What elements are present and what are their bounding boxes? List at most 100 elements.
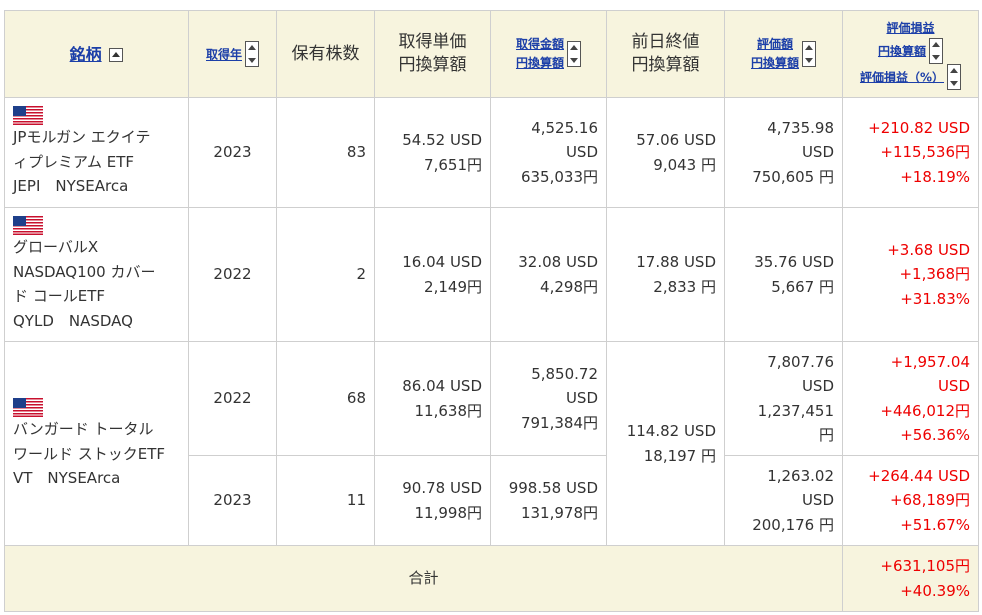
valuation-jpy-unit: 円 (818, 426, 834, 444)
valuation-usd: 7,807.76 (767, 352, 834, 371)
unit-price-cell: 54.52 USD 7,651円 (374, 97, 491, 208)
table-row: JPモルガン エクイテ ィプレミアム ETF JEPI NYSEArca 202… (4, 97, 979, 208)
prev-close-cell: 114.82 USD 18,197 円 (606, 341, 725, 546)
pnl-cell: +264.44 USD +68,189円 +51.67% (842, 455, 979, 546)
security-ticker: JEPI NYSEArca (13, 177, 129, 195)
header-shares: 保有株数 (276, 10, 375, 98)
sort-asc-icon[interactable] (109, 47, 124, 62)
header-prev-close: 前日終値 円換算額 (606, 10, 725, 98)
sort-updown-icon[interactable] (567, 41, 581, 67)
prev-close-usd: 114.82 USD (626, 422, 716, 440)
pnl-jpy: +446,012円 (880, 401, 970, 420)
pnl-pct: +51.67% (900, 515, 970, 534)
sort-name-link[interactable]: 銘柄 (70, 45, 102, 64)
security-name-line: ワールド ストックETF (13, 444, 166, 463)
pnl-pct: +18.19% (900, 167, 970, 186)
security-name-line: バンガード トータル (13, 420, 154, 439)
table-row: グローバルX NASDAQ100 カバー ド コールETF QYLD NASDA… (4, 207, 979, 342)
acq-amount-usd: 5,850.72 (531, 364, 598, 383)
valuation-jpy: 750,605 円 (752, 167, 834, 186)
sort-valuation-link[interactable]: 評価額 (751, 35, 799, 54)
acq-amount-unit: USD (565, 389, 598, 408)
header-shares-label: 保有株数 (291, 43, 360, 64)
pnl-jpy: +1,368円 (899, 265, 970, 284)
header-acq-amount: 取得金額 円換算額 (490, 10, 607, 98)
security-name-line: グローバルX (13, 238, 99, 256)
unit-price-cell: 16.04 USD 2,149円 (374, 207, 491, 342)
pnl-jpy: +115,536円 (880, 143, 970, 162)
unit-price-usd: 86.04 USD (402, 377, 482, 395)
unit-price-usd: 16.04 USD (402, 253, 482, 271)
prev-close-cell: 57.06 USD 9,043 円 (606, 97, 725, 208)
sort-pnl-jpy-link[interactable]: 円換算額 (878, 44, 926, 58)
valuation-unit: USD (801, 491, 834, 510)
pnl-usd: +1,957.04 (890, 352, 970, 371)
sort-year-link[interactable]: 取得年 (206, 48, 242, 62)
sort-acq-amount-link[interactable]: 取得金額 (516, 35, 564, 54)
total-pnl-jpy: +631,105円 (880, 557, 970, 575)
acq-amount-usd: 32.08 USD (518, 253, 598, 271)
acq-amount-jpy: 131,978円 (520, 503, 598, 522)
table-row: バンガード トータル ワールド ストックETF VT NYSEArca 2022… (4, 341, 979, 546)
prev-close-jpy: 2,833 円 (653, 277, 716, 296)
acq-amount-jpy: 635,033円 (520, 167, 598, 186)
header-prev-close-label: 前日終値 (631, 32, 700, 52)
valuation-unit: USD (801, 377, 834, 395)
valuation-cell: 35.76 USD 5,667 円 (724, 207, 843, 342)
valuation-usd: 35.76 USD (754, 253, 834, 271)
sort-updown-icon[interactable] (802, 41, 816, 67)
sort-valuation-jpy-link[interactable]: 円換算額 (751, 54, 799, 73)
unit-price-cell: 90.78 USD 11,998円 (374, 455, 491, 546)
valuation-jpy: 200,176 円 (752, 515, 834, 534)
shares-cell: 2 (276, 207, 375, 342)
holdings-table: 銘柄 取得年 保有株数 取得単価 円換算額 取得金額 円換算額 前日終値 円換算… (4, 10, 979, 612)
acq-amount-jpy: 791,384円 (520, 413, 598, 432)
pnl-usd: +3.68 USD (887, 240, 970, 259)
header-year: 取得年 (188, 10, 277, 98)
shares-cell: 83 (276, 97, 375, 208)
unit-price-jpy: 2,149円 (424, 277, 482, 296)
sort-pnl-link[interactable]: 評価損益 (851, 19, 970, 38)
acq-amount-unit: USD (565, 143, 598, 162)
total-label: 合計 (4, 545, 843, 612)
valuation-usd: 4,735.98 (767, 118, 834, 137)
valuation-unit: USD (801, 143, 834, 162)
sort-acq-jpy-link[interactable]: 円換算額 (516, 54, 564, 73)
sort-updown-icon[interactable] (245, 41, 259, 67)
unit-price-jpy: 11,998円 (414, 503, 483, 522)
acq-amount-jpy: 4,298円 (540, 277, 598, 296)
pnl-cell: +210.82 USD +115,536円 +18.19% (842, 97, 979, 208)
unit-price-jpy: 7,651円 (424, 155, 482, 174)
prev-close-usd: 17.88 USD (636, 253, 716, 271)
year-cell: 2023 (188, 455, 277, 546)
pnl-usd-unit: USD (937, 377, 970, 395)
sort-updown-icon[interactable] (929, 37, 943, 64)
header-val-inner: 評価額 円換算額 (751, 35, 816, 73)
security-name-cell: グローバルX NASDAQ100 カバー ド コールETF QYLD NASDA… (4, 207, 189, 342)
prev-close-jpy: 18,197 円 (643, 446, 716, 465)
acq-amount-usd: 4,525.16 (531, 118, 598, 137)
sort-pnl-pct-link[interactable]: 評価損益（%） (860, 70, 944, 84)
valuation-jpy: 5,667 円 (771, 277, 834, 296)
pnl-usd: +264.44 USD (868, 466, 970, 485)
year-cell: 2022 (188, 207, 277, 342)
acq-amount-cell: 998.58 USD 131,978円 (490, 455, 607, 546)
sort-updown-icon[interactable] (947, 63, 962, 90)
unit-price-usd: 90.78 USD (402, 479, 482, 497)
pnl-jpy: +68,189円 (889, 491, 970, 510)
security-name-cell: JPモルガン エクイテ ィプレミアム ETF JEPI NYSEArca (4, 97, 189, 208)
security-name-line: JPモルガン エクイテ (13, 128, 151, 146)
header-unit-price-sub: 円換算額 (398, 55, 467, 75)
total-pnl-pct: +40.39% (900, 581, 970, 600)
security-name-line: NASDAQ100 カバー (13, 262, 156, 281)
shares-cell: 68 (276, 341, 375, 456)
unit-price-usd: 54.52 USD (402, 131, 482, 149)
pnl-pct: +31.83% (900, 289, 970, 308)
acq-amount-cell: 32.08 USD 4,298円 (490, 207, 607, 342)
unit-price-jpy: 11,638円 (414, 401, 483, 420)
pnl-pct: +56.36% (900, 426, 970, 444)
year-cell: 2022 (188, 341, 277, 456)
pnl-cell: +1,957.04 USD +446,012円 +56.36% (842, 341, 979, 456)
pnl-usd: +210.82 USD (868, 118, 970, 137)
header-prev-close-sub: 円換算額 (631, 55, 700, 75)
